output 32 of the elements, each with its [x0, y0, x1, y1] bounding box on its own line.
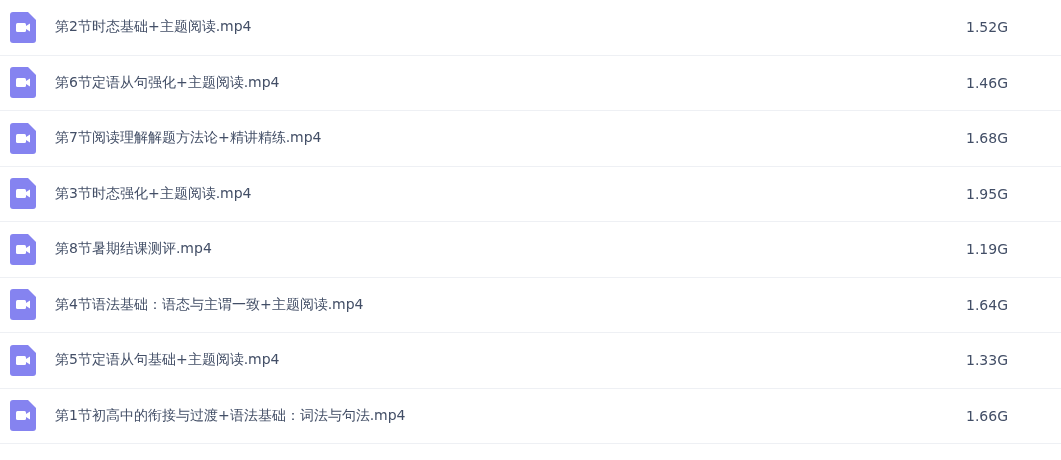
video-file-icon: [10, 344, 36, 376]
video-file-icon: [10, 11, 36, 43]
file-size: 1.64G: [966, 296, 1010, 313]
file-size: 1.46G: [966, 74, 1010, 91]
file-name: 第7节阅读理解解题方法论+精讲精练.mp4: [55, 129, 323, 148]
video-file-icon: [10, 67, 36, 99]
file-name: 第5节定语从句基础+主题阅读.mp4: [55, 351, 281, 370]
file-size: 1.68G: [966, 130, 1010, 147]
file-name: 第2节时态基础+主题阅读.mp4: [55, 18, 253, 37]
file-name: 第8节暑期结课测评.mp4: [55, 240, 213, 259]
file-name: 第3节时态强化+主题阅读.mp4: [55, 184, 253, 203]
file-row[interactable]: 第8节暑期结课测评.mp4 1.19G: [0, 222, 1061, 278]
file-name: 第1节初高中的衔接与过渡+语法基础：词法与句法.mp4: [55, 406, 407, 425]
file-row[interactable]: 第7节阅读理解解题方法论+精讲精练.mp4 1.68G: [0, 111, 1061, 167]
video-file-icon: [10, 178, 36, 210]
file-size: 1.33G: [966, 352, 1010, 369]
video-file-icon: [10, 289, 36, 321]
video-file-icon: [10, 122, 36, 154]
video-file-icon: [10, 233, 36, 265]
file-row[interactable]: 第4节语法基础：语态与主谓一致+主题阅读.mp4 1.64G: [0, 277, 1061, 333]
file-size: 1.19G: [966, 241, 1010, 258]
file-row[interactable]: 第6节定语从句强化+主题阅读.mp4 1.46G: [0, 55, 1061, 111]
file-name: 第6节定语从句强化+主题阅读.mp4: [55, 73, 281, 92]
file-row[interactable]: 第5节定语从句基础+主题阅读.mp4 1.33G: [0, 333, 1061, 389]
file-row[interactable]: 第2节时态基础+主题阅读.mp4 1.52G: [0, 0, 1061, 56]
video-file-icon: [10, 400, 36, 432]
file-size: 1.52G: [966, 19, 1010, 36]
file-size: 1.95G: [966, 185, 1010, 202]
file-row[interactable]: 第1节初高中的衔接与过渡+语法基础：词法与句法.mp4 1.66G: [0, 388, 1061, 444]
file-name: 第4节语法基础：语态与主谓一致+主题阅读.mp4: [55, 295, 365, 314]
file-size: 1.66G: [966, 407, 1010, 424]
file-row[interactable]: 第3节时态强化+主题阅读.mp4 1.95G: [0, 166, 1061, 222]
